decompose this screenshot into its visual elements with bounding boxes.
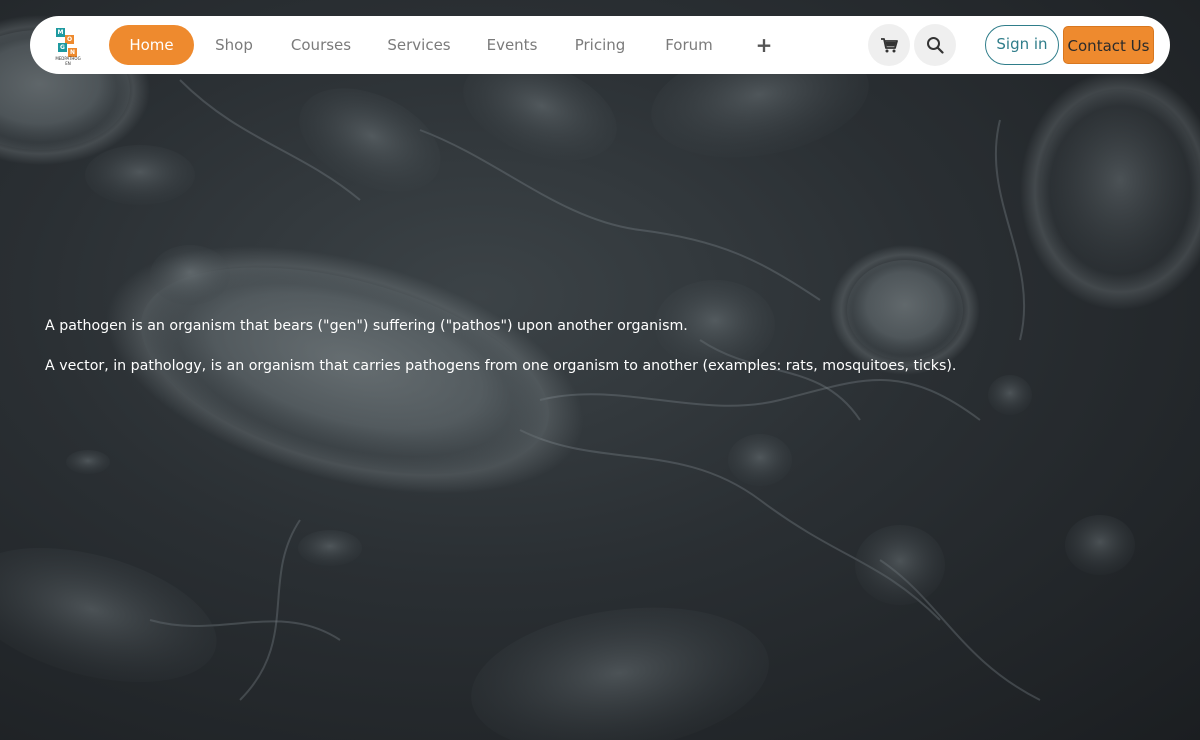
site-logo[interactable]: M O G N MEDPATHOG EN (48, 24, 88, 66)
search-button[interactable] (914, 24, 956, 66)
cart-button[interactable] (868, 24, 910, 66)
logo-letter-g: G (58, 43, 67, 52)
contact-us-button[interactable]: Contact Us (1063, 26, 1154, 64)
plus-icon[interactable]: + (754, 30, 774, 60)
nav-pricing[interactable]: Pricing (570, 25, 630, 65)
logo-letter-m: M (56, 28, 65, 37)
cart-icon (881, 38, 898, 53)
search-icon (927, 37, 944, 54)
nav-events[interactable]: Events (484, 25, 540, 65)
logo-caption-line2: EN (65, 61, 71, 66)
nav-home[interactable]: Home (109, 25, 194, 65)
nav-shop[interactable]: Shop (206, 25, 262, 65)
sign-in-button[interactable]: Sign in (985, 25, 1059, 65)
main-content: A pathogen is an organism that bears ("g… (45, 316, 1045, 396)
vector-definition: A vector, in pathology, is an organism t… (45, 358, 957, 374)
top-navbar: M O G N MEDPATHOG EN Home Shop Courses S… (30, 16, 1170, 74)
nav-forum[interactable]: Forum (660, 25, 718, 65)
nav-services[interactable]: Services (384, 25, 454, 65)
logo-caption: MEDPATHOG EN (48, 56, 88, 66)
pathogen-definition: A pathogen is an organism that bears ("g… (45, 318, 688, 334)
nav-courses[interactable]: Courses (288, 25, 354, 65)
